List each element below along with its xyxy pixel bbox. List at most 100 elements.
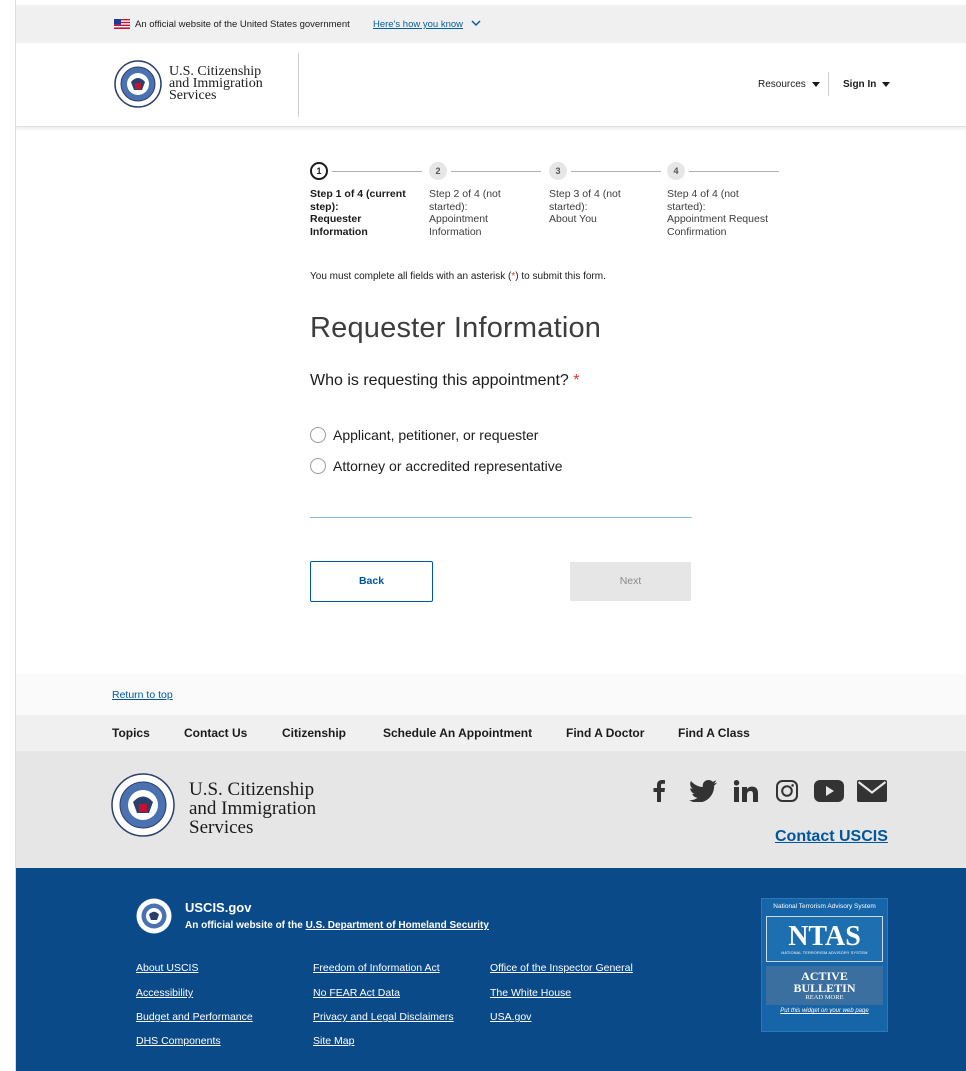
- footer-identifier: USCIS.gov An official website of the U.S…: [16, 868, 966, 1071]
- footer-link-inspector-general[interactable]: Office of the Inspector General: [490, 962, 633, 974]
- footer-link-usa-gov[interactable]: USA.gov: [490, 1011, 531, 1023]
- footer-nav-find-doctor[interactable]: Find A Doctor: [566, 726, 644, 740]
- footer-link-site-map[interactable]: Site Map: [313, 1035, 354, 1047]
- step-connector: [451, 171, 541, 172]
- step-number-badge: 4: [667, 162, 685, 180]
- footer-brand[interactable]: U.S. Citizenship and Immigration Service…: [189, 780, 316, 837]
- step-label: Step 4 of 4 (not started): Appointment R…: [667, 188, 779, 238]
- resources-label: Resources: [758, 79, 806, 90]
- ntas-heading: National Terrorism Advisory System: [773, 903, 876, 910]
- step-label-line: Step 1 of 4 (current: [310, 188, 406, 200]
- instagram-icon[interactable]: [769, 773, 805, 809]
- footer-link-budget-performance[interactable]: Budget and Performance: [136, 1011, 253, 1023]
- step-label-line: Confirmation: [667, 225, 727, 238]
- step-connector: [332, 171, 422, 172]
- chevron-down-icon[interactable]: [471, 18, 481, 28]
- return-to-top-link[interactable]: Return to top: [112, 689, 173, 701]
- footer-nav-contact-us[interactable]: Contact Us: [184, 726, 247, 740]
- step-label-line: started):: [549, 200, 588, 213]
- ntas-bulletin[interactable]: ACTIVE BULLETIN READ MORE: [766, 966, 883, 1005]
- footer-link-foia[interactable]: Freedom of Information Act: [313, 962, 440, 974]
- back-button[interactable]: Back: [310, 561, 433, 602]
- note-text: ) to submit this form.: [515, 271, 606, 282]
- official-site-text: An official website of the United States…: [135, 19, 350, 30]
- footer-nav: Topics Contact Us Citizenship Schedule A…: [16, 715, 966, 751]
- ntas-logo: NTAS NATIONAL TERRORISM ADVISORY SYSTEM: [766, 916, 883, 962]
- uscis-gov-label: USCIS.gov: [185, 900, 252, 915]
- note-text: You must complete all fields with an ast…: [310, 271, 512, 282]
- ntas-widget[interactable]: National Terrorism Advisory System NTAS …: [761, 898, 888, 1032]
- resources-menu-button[interactable]: Resources: [758, 79, 820, 90]
- site-header: U.S. Citizenship and Immigration Service…: [16, 43, 966, 127]
- footer-link-dhs-components[interactable]: DHS Components: [136, 1035, 221, 1047]
- step-label-line: About You: [549, 213, 597, 225]
- linkedin-icon[interactable]: [728, 773, 764, 809]
- footer-link-accessibility[interactable]: Accessibility: [136, 987, 193, 999]
- radio-button[interactable]: [310, 427, 326, 443]
- official-pre-text: An official website of the: [185, 920, 306, 931]
- dhs-seal-logo[interactable]: [114, 60, 162, 108]
- page-title: Requester Information: [310, 312, 602, 344]
- page: An official website of the United States…: [15, 0, 966, 1071]
- footer-link-no-fear-act[interactable]: No FEAR Act Data: [313, 987, 400, 999]
- dhs-seal-logo[interactable]: [136, 898, 172, 934]
- gov-banner: An official website of the United States…: [16, 5, 966, 43]
- header-brand[interactable]: U.S. Citizenship and Immigration Service…: [169, 65, 263, 103]
- twitter-icon[interactable]: [685, 773, 721, 809]
- step-label-line: started):: [667, 200, 706, 213]
- caret-down-icon: [882, 81, 891, 87]
- brand-line-3: Services: [189, 817, 254, 838]
- brand-line-2: and Immigration: [189, 798, 317, 819]
- step-number-badge: 3: [549, 162, 567, 180]
- how-you-know-link[interactable]: Here's how you know: [373, 19, 463, 30]
- step-label-line: Step 4 of 4 (not: [667, 188, 739, 200]
- header-nav-separator: [828, 72, 829, 96]
- radio-button[interactable]: [310, 458, 326, 474]
- dhs-link[interactable]: U.S. Department of Homeland Security: [306, 920, 489, 931]
- ntas-read-more[interactable]: READ MORE: [805, 994, 843, 1002]
- radio-label[interactable]: Attorney or accredited representative: [333, 458, 563, 474]
- radio-applicant[interactable]: Applicant, petitioner, or requester: [310, 427, 538, 443]
- step-label: Step 3 of 4 (not started): About You: [549, 188, 661, 226]
- question-text: Who is requesting this appointment?: [310, 372, 569, 389]
- step-number-badge: 1: [310, 162, 328, 180]
- footer-nav-citizenship[interactable]: Citizenship: [282, 726, 346, 740]
- footer-link-privacy[interactable]: Privacy and Legal Disclaimers: [313, 1011, 454, 1023]
- step-label-line: Step 2 of 4 (not: [429, 188, 501, 200]
- step-connector: [571, 171, 661, 172]
- step-label-line: Information: [429, 225, 482, 238]
- facebook-icon[interactable]: [641, 773, 677, 809]
- footer-nav-topics[interactable]: Topics: [112, 726, 150, 740]
- step-label-line: Appointment Request: [667, 213, 768, 225]
- sign-in-menu-button[interactable]: Sign In: [843, 79, 891, 90]
- header-divider: [298, 53, 299, 117]
- footer-link-white-house[interactable]: The White House: [490, 987, 571, 999]
- required-asterisk: *: [573, 372, 580, 389]
- official-website-text: An official website of the U.S. Departme…: [185, 920, 489, 931]
- step-label-line: Step 3 of 4 (not: [549, 188, 621, 200]
- step-label-line: started):: [429, 200, 468, 213]
- step-number-badge: 2: [429, 162, 447, 180]
- footer-brand-section: U.S. Citizenship and Immigration Service…: [16, 751, 966, 868]
- ntas-status-line-2: BULLETIN: [793, 980, 856, 995]
- contact-uscis-link[interactable]: Contact USCIS: [775, 828, 888, 846]
- radio-attorney[interactable]: Attorney or accredited representative: [310, 458, 563, 474]
- caret-down-icon: [811, 81, 820, 87]
- next-button[interactable]: Next: [570, 562, 691, 601]
- step-label: Step 1 of 4 (current step): Requester In…: [310, 188, 422, 238]
- requester-question: Who is requesting this appointment? *: [310, 372, 580, 390]
- dhs-seal-logo[interactable]: [111, 773, 175, 837]
- radio-label[interactable]: Applicant, petitioner, or requester: [333, 427, 538, 443]
- ntas-widget-link[interactable]: Put this widget on your web page: [762, 1008, 887, 1014]
- step-label-line: Requester: [310, 213, 362, 225]
- youtube-icon[interactable]: [811, 773, 847, 809]
- footer-link-about-uscis[interactable]: About USCIS: [136, 962, 198, 974]
- us-flag-icon: [114, 19, 130, 29]
- step-label-line: Appointment: [429, 213, 488, 225]
- step-label-line: step):: [310, 200, 339, 213]
- form-divider: [310, 517, 692, 518]
- footer-nav-schedule-appointment[interactable]: Schedule An Appointment: [383, 726, 532, 740]
- footer-nav-find-class[interactable]: Find A Class: [678, 726, 750, 740]
- step-connector: [689, 171, 779, 172]
- email-icon[interactable]: [854, 773, 890, 809]
